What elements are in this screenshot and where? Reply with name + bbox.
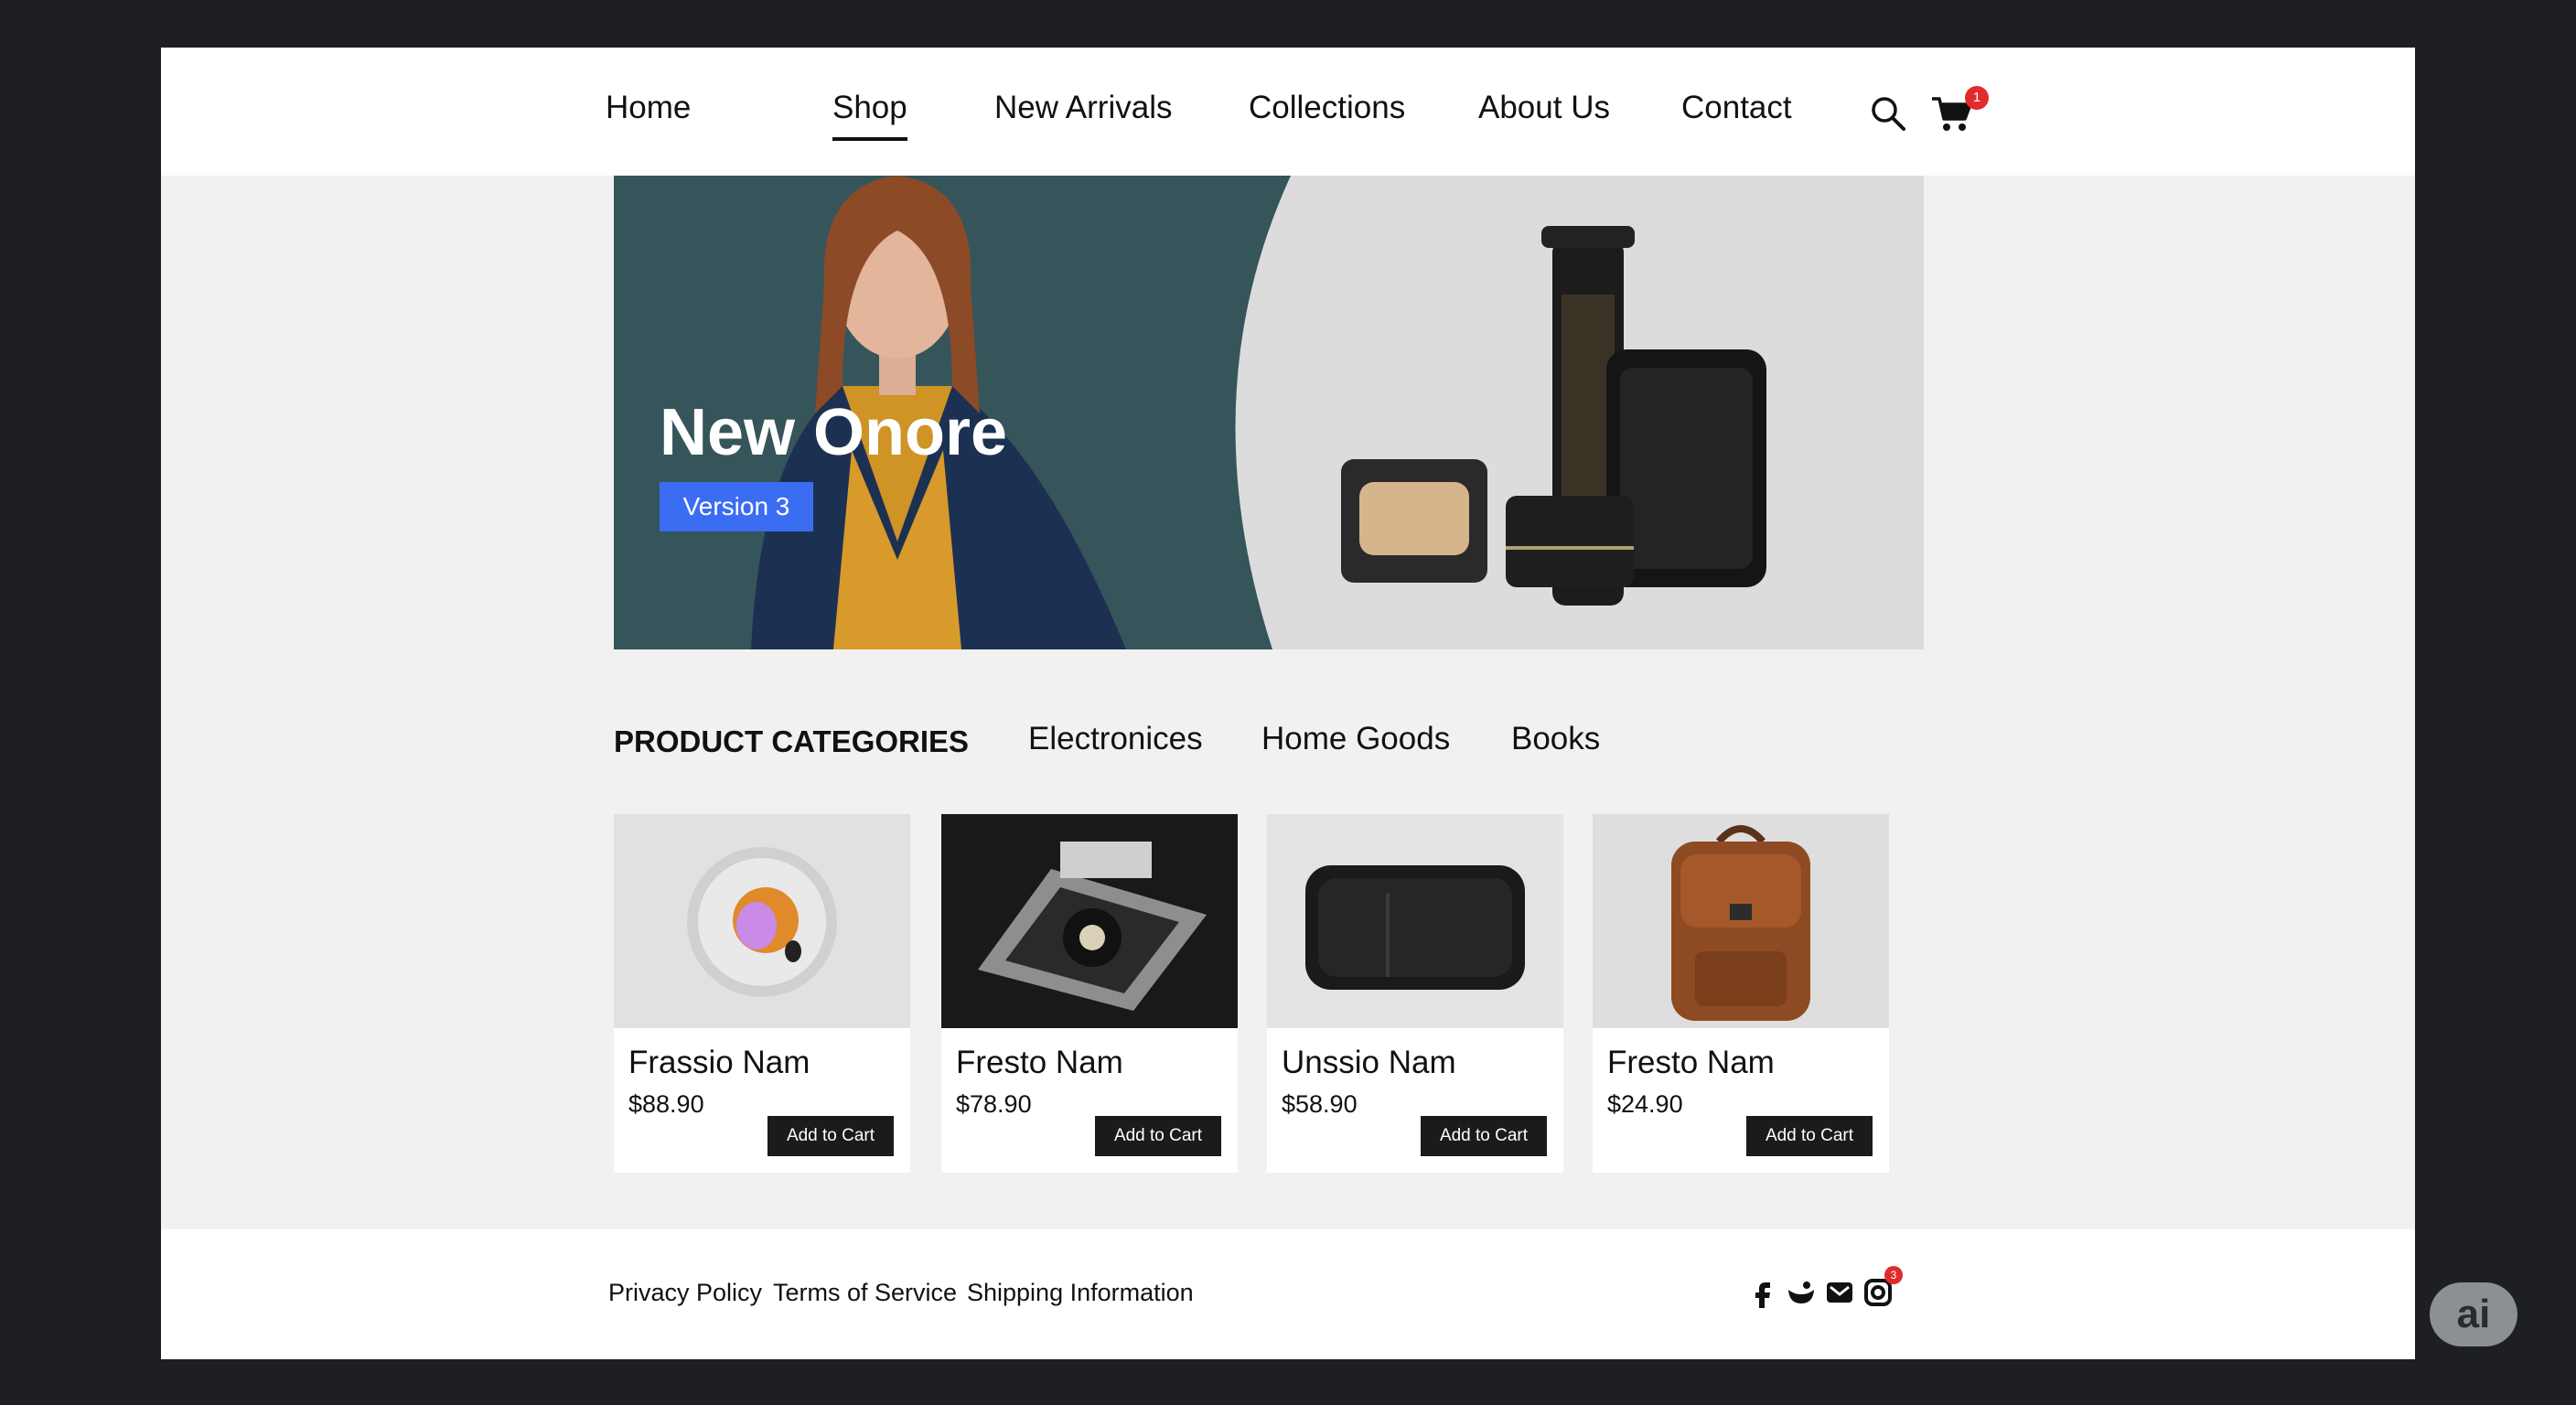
category-books[interactable]: Books xyxy=(1511,721,1600,757)
nav-new-arrivals[interactable]: New Arrivals xyxy=(994,90,1172,126)
product-image[interactable] xyxy=(614,814,910,1028)
category-home-goods[interactable]: Home Goods xyxy=(1261,721,1450,757)
site-footer: Privacy Policy Terms of Service Shipping… xyxy=(161,1229,2415,1359)
category-electronics[interactable]: Electronices xyxy=(1028,721,1203,757)
product-name[interactable]: Unssio Nam xyxy=(1282,1045,1456,1081)
bird-icon[interactable] xyxy=(1786,1277,1817,1308)
hero-banner[interactable]: New Onore Version 3 xyxy=(614,176,1924,649)
product-name[interactable]: Fresto Nam xyxy=(956,1045,1123,1081)
ai-assistant-button[interactable]: ai xyxy=(2430,1282,2517,1346)
product-name[interactable]: Fresto Nam xyxy=(1607,1045,1775,1081)
product-price: $78.90 xyxy=(956,1090,1032,1118)
product-image[interactable] xyxy=(1267,814,1563,1028)
nav-contact[interactable]: Contact xyxy=(1681,90,1792,126)
footer-shipping-information[interactable]: Shipping Information xyxy=(967,1279,1194,1307)
add-to-cart-button[interactable]: Add to Cart xyxy=(1095,1116,1221,1156)
product-card[interactable]: Unssio Nam $58.90 Add to Cart xyxy=(1267,814,1563,1173)
product-price: $24.90 xyxy=(1607,1090,1683,1118)
product-card[interactable]: Frassio Nam $88.90 Add to Cart xyxy=(614,814,910,1173)
nav-shop[interactable]: Shop xyxy=(832,90,907,141)
product-price: $88.90 xyxy=(628,1090,704,1118)
facebook-icon[interactable] xyxy=(1747,1277,1778,1308)
mail-icon[interactable] xyxy=(1824,1277,1855,1308)
product-name[interactable]: Frassio Nam xyxy=(628,1045,810,1081)
footer-privacy-policy[interactable]: Privacy Policy xyxy=(608,1279,762,1307)
nav-about-us[interactable]: About Us xyxy=(1478,90,1610,126)
hero-title: New Onore xyxy=(660,396,1008,469)
product-image[interactable] xyxy=(941,814,1238,1028)
footer-terms-of-service[interactable]: Terms of Service xyxy=(773,1279,957,1307)
nav-collections[interactable]: Collections xyxy=(1249,90,1405,126)
add-to-cart-button[interactable]: Add to Cart xyxy=(1746,1116,1873,1156)
add-to-cart-button[interactable]: Add to Cart xyxy=(767,1116,894,1156)
browser-viewport: Home Shop New Arrivals Collections About… xyxy=(161,48,2415,1359)
cart-count-badge: 1 xyxy=(1965,86,1989,110)
categories-heading: PRODUCT CATEGORIES xyxy=(614,724,970,758)
nav-home[interactable]: Home xyxy=(606,90,691,126)
product-image[interactable] xyxy=(1593,814,1889,1028)
add-to-cart-button[interactable]: Add to Cart xyxy=(1421,1116,1547,1156)
social-notification-badge: 3 xyxy=(1884,1266,1903,1284)
product-card[interactable]: Fresto Nam $78.90 Add to Cart xyxy=(941,814,1238,1173)
product-card[interactable]: Fresto Nam $24.90 Add to Cart xyxy=(1593,814,1889,1173)
site-header: Home Shop New Arrivals Collections About… xyxy=(161,48,2415,176)
search-icon[interactable] xyxy=(1868,93,1908,134)
hero-version-badge[interactable]: Version 3 xyxy=(660,482,813,531)
product-price: $58.90 xyxy=(1282,1090,1358,1118)
